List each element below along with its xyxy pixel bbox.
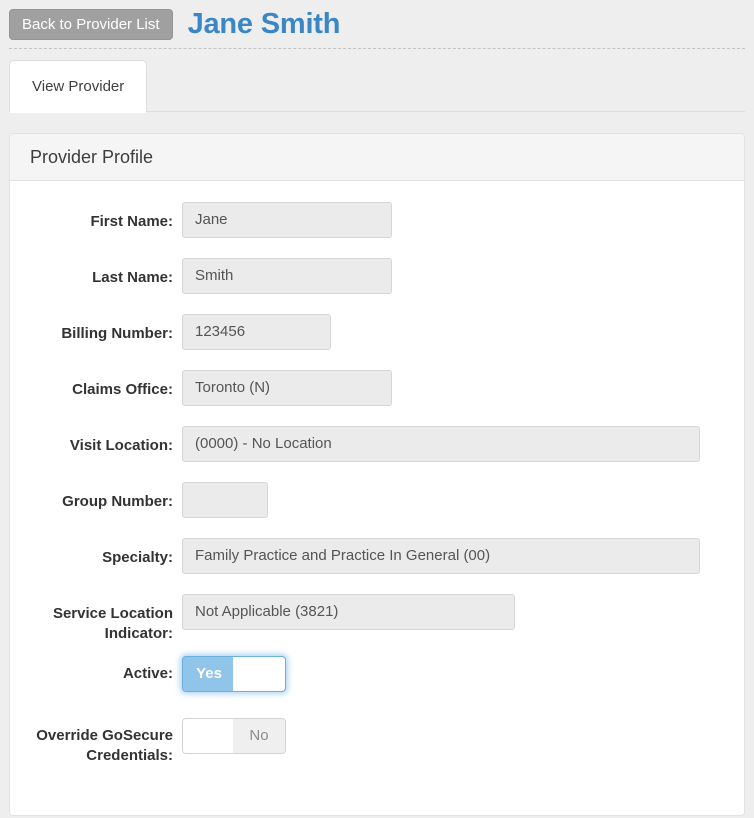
form-row-active: Active: Yes [10,656,744,700]
claims-office-label: Claims Office: [10,370,173,400]
override-gosecure-credentials-toggle-knob [183,719,235,753]
last-name-label: Last Name: [10,258,173,288]
tab-bar: View Provider [0,60,754,112]
tab-view-provider[interactable]: View Provider [9,60,147,112]
form-row-override-gosecure-credentials: Override GoSecure Credentials: No [10,718,744,766]
page-title: Jane Smith [188,8,341,41]
back-to-provider-list-button[interactable]: Back to Provider List [9,9,173,40]
service-location-indicator-control: Not Applicable (3821) [173,594,744,630]
form-row-last-name: Last Name: Smith [10,258,744,302]
form-row-billing-number: Billing Number: 123456 [10,314,744,358]
panel-heading: Provider Profile [10,134,744,181]
provider-profile-panel: Provider Profile First Name: Jane Last N… [9,133,745,816]
last-name-control: Smith [173,258,744,294]
panel-body: First Name: Jane Last Name: Smith Billin… [10,181,744,815]
override-gosecure-credentials-toggle[interactable]: No [182,718,286,754]
visit-location-field[interactable]: (0000) - No Location [182,426,700,462]
override-gosecure-credentials-control: No [173,718,744,754]
active-label: Active: [10,656,173,684]
form-row-first-name: First Name: Jane [10,202,744,246]
visit-location-label: Visit Location: [10,426,173,456]
tab-label: View Provider [32,78,124,95]
override-gosecure-credentials-toggle-state: No [233,719,285,753]
claims-office-field[interactable]: Toronto (N) [182,370,392,406]
group-number-control [173,482,744,518]
active-toggle[interactable]: Yes [182,656,286,692]
service-location-indicator-field[interactable]: Not Applicable (3821) [182,594,515,630]
billing-number-field[interactable]: 123456 [182,314,331,350]
override-gosecure-credentials-label: Override GoSecure Credentials: [10,718,173,766]
active-toggle-state: Yes [183,657,235,691]
form-row-claims-office: Claims Office: Toronto (N) [10,370,744,414]
service-location-indicator-label: Service Location Indicator: [10,594,173,644]
form-row-visit-location: Visit Location: (0000) - No Location [10,426,744,470]
first-name-field[interactable]: Jane [182,202,392,238]
group-number-field[interactable] [182,482,268,518]
last-name-field[interactable]: Smith [182,258,392,294]
form-row-service-location-indicator: Service Location Indicator: Not Applicab… [10,594,744,644]
specialty-field[interactable]: Family Practice and Practice In General … [182,538,700,574]
page-header: Back to Provider List Jane Smith [0,0,754,48]
first-name-control: Jane [173,202,744,238]
group-number-label: Group Number: [10,482,173,512]
form-row-group-number: Group Number: [10,482,744,526]
specialty-control: Family Practice and Practice In General … [173,538,744,574]
header-divider [9,48,745,49]
visit-location-control: (0000) - No Location [173,426,744,462]
active-control: Yes [173,656,744,692]
panel-title: Provider Profile [30,147,153,168]
form-row-specialty: Specialty: Family Practice and Practice … [10,538,744,582]
billing-number-control: 123456 [173,314,744,350]
active-toggle-knob [233,657,285,691]
claims-office-control: Toronto (N) [173,370,744,406]
first-name-label: First Name: [10,202,173,232]
specialty-label: Specialty: [10,538,173,568]
billing-number-label: Billing Number: [10,314,173,344]
